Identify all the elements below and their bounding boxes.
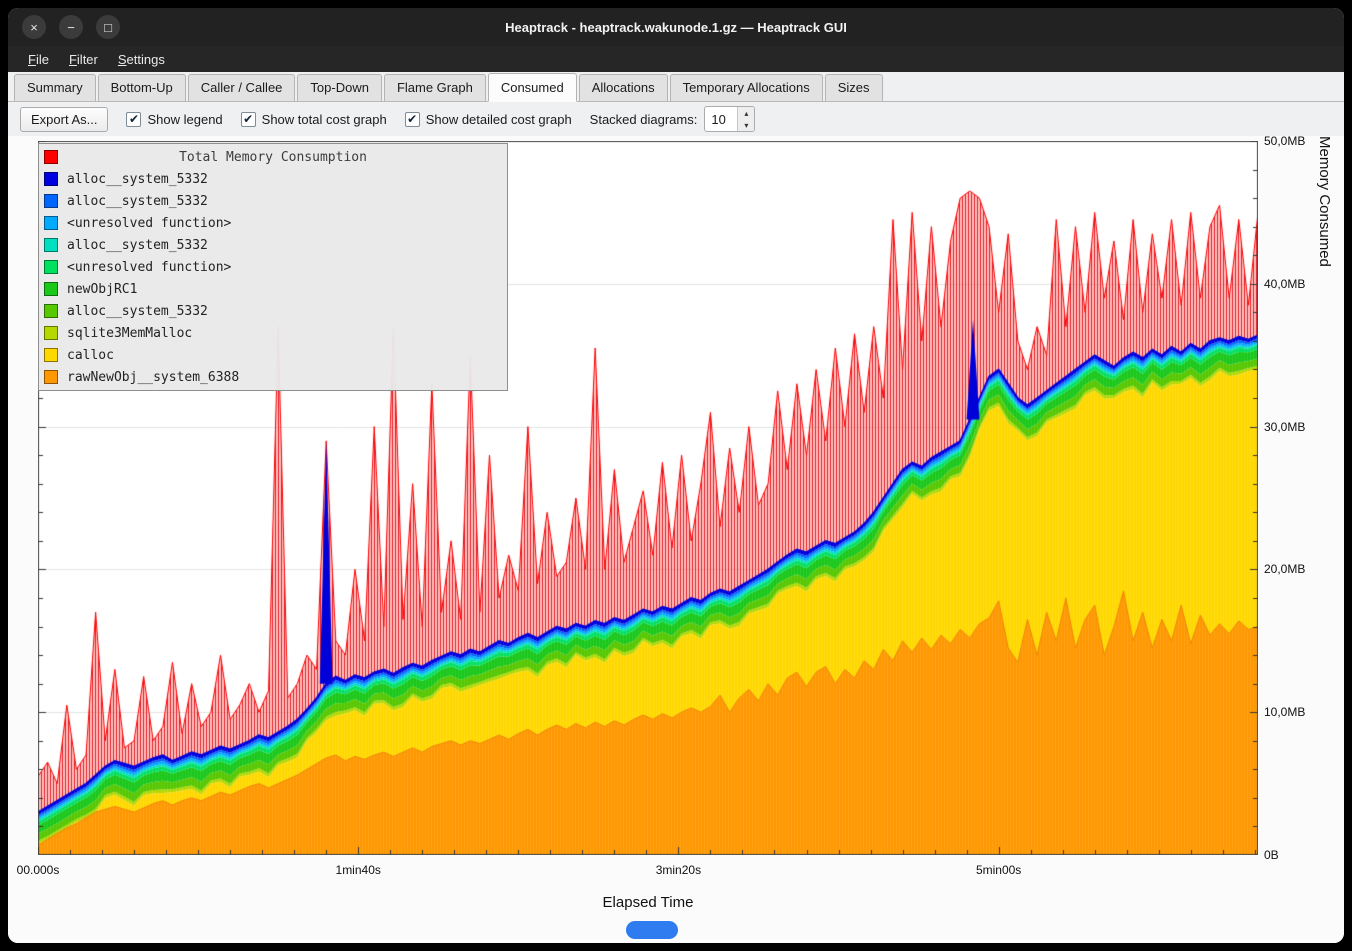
tab-consumed[interactable]: Consumed xyxy=(488,73,577,102)
window-title: Heaptrack - heaptrack.wakunode.1.gz — He… xyxy=(505,20,847,35)
legend-swatch xyxy=(44,216,58,230)
menu-file[interactable]: File xyxy=(18,49,59,70)
consumed-chart: Total Memory Consumption alloc__system_5… xyxy=(8,136,1344,943)
tab-sizes[interactable]: Sizes xyxy=(825,74,883,101)
legend-item: calloc xyxy=(39,344,507,366)
legend-label: <unresolved function> xyxy=(67,260,231,275)
legend-swatch xyxy=(44,348,58,362)
tab-caller-callee[interactable]: Caller / Callee xyxy=(188,74,296,101)
toolbar: Export As... ✔ Show legend ✔ Show total cos… xyxy=(8,102,1344,136)
tab-flame-graph[interactable]: Flame Graph xyxy=(384,74,486,101)
legend-item: rawNewObj__system_6388 xyxy=(39,366,507,388)
legend-swatch xyxy=(44,326,58,340)
legend-item: <unresolved function> xyxy=(39,256,507,278)
legend-label: <unresolved function> xyxy=(67,216,231,231)
legend-item: alloc__system_5332 xyxy=(39,168,507,190)
legend-label: alloc__system_5332 xyxy=(67,194,208,209)
legend-title: Total Memory Consumption xyxy=(179,150,367,165)
stacked-diagrams-group: Stacked diagrams: 10 ▴ ▾ xyxy=(590,106,756,132)
legend-swatch xyxy=(44,260,58,274)
titlebar[interactable]: × − □ Heaptrack - heaptrack.wakunode.1.g… xyxy=(8,8,1344,46)
tab-allocations[interactable]: Allocations xyxy=(579,74,668,101)
legend-item: sqlite3MemMalloc xyxy=(39,322,507,344)
y-tick-label: 20,0MB xyxy=(1264,562,1305,576)
y-tick-label: 40,0MB xyxy=(1264,277,1305,291)
close-button[interactable]: × xyxy=(22,15,46,39)
tab-top-down[interactable]: Top-Down xyxy=(297,74,382,101)
legend-label: calloc xyxy=(67,348,114,363)
maximize-button[interactable]: □ xyxy=(96,15,120,39)
checkbox-show-total-cost-graph[interactable]: ✔ Show total cost graph xyxy=(241,112,387,127)
legend-label: alloc__system_5332 xyxy=(67,238,208,253)
legend-swatch xyxy=(44,304,58,318)
legend-swatch xyxy=(44,370,58,384)
legend-swatch xyxy=(44,282,58,296)
y-tick-label: 0B xyxy=(1264,848,1279,862)
export-as-button[interactable]: Export As... xyxy=(20,107,108,132)
window-controls: × − □ xyxy=(22,15,120,39)
stacked-diagrams-label: Stacked diagrams: xyxy=(590,112,698,127)
tab-bar: SummaryBottom-UpCaller / CalleeTop-DownF… xyxy=(8,72,1344,102)
y-tick-label: 10,0MB xyxy=(1264,705,1305,719)
legend-item: <unresolved function> xyxy=(39,212,507,234)
legend-item: alloc__system_5332 xyxy=(39,234,507,256)
maximize-icon: □ xyxy=(104,21,112,34)
legend-swatch-total xyxy=(44,150,58,164)
menu-settings[interactable]: Settings xyxy=(108,49,175,70)
stacked-diagrams-value: 10 xyxy=(705,107,737,131)
x-axis-title: Elapsed Time xyxy=(38,894,1258,911)
minimize-icon: − xyxy=(67,21,75,34)
chart-legend: Total Memory Consumption alloc__system_5… xyxy=(38,143,508,391)
app-window: × − □ Heaptrack - heaptrack.wakunode.1.g… xyxy=(8,8,1344,943)
x-tick-label: 5min00s xyxy=(957,863,1041,877)
checkbox-box[interactable]: ✔ xyxy=(241,112,256,127)
y-tick-label: 50,0MB xyxy=(1264,134,1305,148)
y-tick-label: 30,0MB xyxy=(1264,420,1305,434)
legend-item: newObjRC1 xyxy=(39,278,507,300)
legend-title-row: Total Memory Consumption xyxy=(39,146,507,168)
legend-swatch xyxy=(44,238,58,252)
legend-label: rawNewObj__system_6388 xyxy=(67,370,239,385)
tab-summary[interactable]: Summary xyxy=(14,74,96,101)
legend-item: alloc__system_5332 xyxy=(39,190,507,212)
checkbox-label: Show total cost graph xyxy=(262,112,387,127)
minimize-button[interactable]: − xyxy=(59,15,83,39)
x-tick-label: 1min40s xyxy=(316,863,400,877)
tab-bottom-up[interactable]: Bottom-Up xyxy=(98,74,186,101)
checkbox-show-detailed-cost-graph[interactable]: ✔ Show detailed cost graph xyxy=(405,112,572,127)
legend-label: sqlite3MemMalloc xyxy=(67,326,192,341)
menubar: FileFilterSettings xyxy=(8,46,1344,72)
checkbox-group: ✔ Show legend ✔ Show total cost graph ✔ Show … xyxy=(126,112,571,127)
menu-filter[interactable]: Filter xyxy=(59,49,108,70)
checkbox-label: Show detailed cost graph xyxy=(426,112,572,127)
legend-label: alloc__system_5332 xyxy=(67,172,208,187)
checkbox-box[interactable]: ✔ xyxy=(126,112,141,127)
checkbox-box[interactable]: ✔ xyxy=(405,112,420,127)
stacked-diagrams-spinbox[interactable]: 10 ▴ ▾ xyxy=(704,106,755,132)
tab-temporary-allocations[interactable]: Temporary Allocations xyxy=(670,74,823,101)
spin-up-button[interactable]: ▴ xyxy=(738,107,754,119)
legend-item: alloc__system_5332 xyxy=(39,300,507,322)
legend-label: newObjRC1 xyxy=(67,282,137,297)
x-tick-label: 3min20s xyxy=(636,863,720,877)
close-icon: × xyxy=(30,21,38,34)
legend-swatch xyxy=(44,194,58,208)
checkbox-show-legend[interactable]: ✔ Show legend xyxy=(126,112,222,127)
x-tick-label: 00.000s xyxy=(8,863,80,877)
y-axis-title: Memory Consumed xyxy=(1316,136,1333,860)
legend-label: alloc__system_5332 xyxy=(67,304,208,319)
spinner-arrows: ▴ ▾ xyxy=(737,107,754,131)
legend-swatch xyxy=(44,172,58,186)
bottom-blue-indicator xyxy=(626,921,678,939)
spin-down-button[interactable]: ▾ xyxy=(738,119,754,131)
checkbox-label: Show legend xyxy=(147,112,222,127)
